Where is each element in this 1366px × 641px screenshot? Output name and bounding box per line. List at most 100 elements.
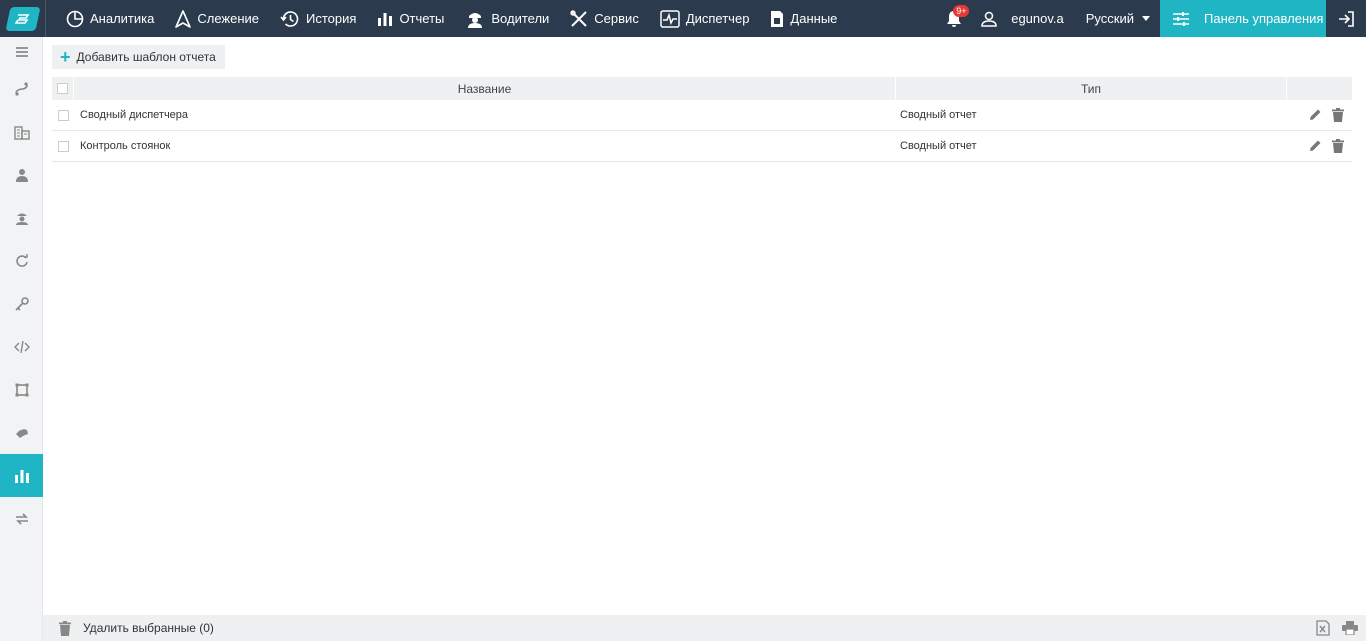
person-icon: [15, 168, 28, 182]
delete-selected-label: Удалить выбранные (0): [83, 621, 214, 635]
select-all-checkbox[interactable]: [57, 83, 68, 94]
sidebar-item-keys[interactable]: [0, 282, 43, 325]
report-templates-table: Название Тип Сводный диспетчера Сводный …: [52, 77, 1352, 162]
logout-icon: [1339, 10, 1354, 27]
row-checkbox[interactable]: [57, 140, 69, 152]
pencil-icon: [1310, 140, 1321, 151]
excel-file-icon: [1316, 620, 1330, 636]
pulse-icon: [660, 9, 680, 28]
history-icon: [280, 10, 299, 27]
nav-service-label: Сервис: [594, 11, 639, 26]
hamburger-icon: [15, 47, 28, 57]
sidebar-item-routes[interactable]: [0, 67, 43, 110]
trash-icon: [1332, 139, 1344, 153]
bar-chart-icon: [378, 12, 393, 26]
key-icon: [14, 296, 29, 311]
export-excel-button[interactable]: [1316, 620, 1330, 636]
delete-button[interactable]: [1332, 139, 1344, 153]
refresh-icon: [15, 253, 28, 267]
print-button[interactable]: [1342, 621, 1358, 635]
nav-dispatcher[interactable]: Диспетчер: [648, 0, 759, 37]
app-logo[interactable]: [0, 0, 46, 37]
sidebar-item-users[interactable]: [0, 153, 43, 196]
navigation-arrow-icon: [175, 9, 192, 28]
chevron-down-icon: [1142, 16, 1150, 21]
table-row[interactable]: Сводный диспетчера Сводный отчет: [52, 100, 1352, 131]
sidebar-menu-toggle[interactable]: [0, 37, 43, 67]
logout-button[interactable]: [1326, 0, 1366, 37]
nav-analytics-label: Аналитика: [90, 11, 155, 26]
row-name: Сводный диспетчера: [80, 109, 189, 121]
sidebar-item-sync[interactable]: [0, 239, 43, 282]
sidebar-item-geozones[interactable]: [0, 368, 43, 411]
sim-card-icon: [771, 10, 784, 27]
nav-tracking-label: Слежение: [197, 11, 260, 26]
notifications-button[interactable]: 9+: [943, 0, 970, 37]
sidebar-item-events[interactable]: [0, 411, 43, 454]
plus-icon: +: [60, 47, 71, 67]
language-select[interactable]: Русский: [1086, 11, 1150, 26]
sliders-icon: [1173, 11, 1189, 26]
route-icon: [14, 81, 28, 96]
column-header-type[interactable]: Тип: [896, 77, 1287, 100]
nav-service[interactable]: Сервис: [558, 0, 648, 37]
edit-button[interactable]: [1308, 139, 1322, 153]
row-actions: [1287, 139, 1352, 153]
main-nav: Аналитика Слежение История Отчеты Водите…: [54, 0, 846, 37]
language-label: Русский: [1085, 11, 1134, 26]
driver-icon: [468, 12, 483, 28]
building-icon: [13, 125, 30, 140]
pencil-icon: [1310, 109, 1321, 120]
export-actions: [1304, 615, 1358, 641]
trash-icon: [1332, 108, 1344, 122]
row-checkbox[interactable]: [57, 109, 69, 121]
swap-icon: [15, 512, 28, 525]
edit-button[interactable]: [1308, 108, 1322, 122]
control-panel-button[interactable]: Панель управления: [1160, 0, 1326, 37]
driver-icon: [15, 213, 28, 225]
row-actions: [1287, 108, 1352, 122]
nav-tracking[interactable]: Слежение: [163, 0, 268, 37]
row-type: Сводный отчет: [900, 109, 977, 121]
nav-history-label: История: [306, 11, 357, 26]
logo-icon: [4, 6, 41, 31]
main-content: + Добавить шаблон отчета Название Тип Св…: [43, 37, 1366, 615]
megaphone-icon: [15, 428, 28, 438]
header-right: 9+ egunov.a Русский Панель управления: [943, 0, 1366, 37]
nav-reports-label: Отчеты: [399, 11, 445, 26]
nav-drivers[interactable]: Водители: [453, 0, 558, 37]
nav-dispatcher-label: Диспетчер: [685, 11, 750, 26]
nav-data-label: Данные: [790, 11, 838, 26]
sidebar-item-buildings[interactable]: [0, 110, 43, 153]
pie-chart-icon: [66, 10, 84, 27]
row-checkbox-cell: [52, 109, 74, 121]
nav-analytics[interactable]: Аналитика: [54, 0, 163, 37]
sidebar-item-reports[interactable]: [0, 454, 43, 497]
top-navbar: Аналитика Слежение История Отчеты Водите…: [0, 0, 1366, 37]
delete-button[interactable]: [1332, 108, 1344, 122]
user-icon: [981, 11, 997, 27]
username: egunov.a: [1011, 11, 1064, 26]
user-menu[interactable]: egunov.a: [981, 11, 1064, 27]
table-header: Название Тип: [52, 77, 1352, 100]
frame-icon: [15, 383, 28, 396]
add-report-template-button[interactable]: + Добавить шаблон отчета: [52, 45, 225, 69]
table-row[interactable]: Контроль стоянок Сводный отчет: [52, 131, 1352, 162]
add-report-template-label: Добавить шаблон отчета: [76, 50, 216, 64]
select-all-checkbox-cell: [52, 77, 74, 100]
sidebar-item-api[interactable]: [0, 325, 43, 368]
column-header-actions: [1287, 77, 1352, 100]
row-checkbox-cell: [52, 140, 74, 152]
notifications-badge: 9+: [953, 5, 970, 17]
nav-data[interactable]: Данные: [758, 0, 846, 37]
bar-chart-icon: [14, 469, 29, 483]
row-name: Контроль стоянок: [80, 140, 171, 152]
column-header-name[interactable]: Название: [74, 77, 896, 100]
sidebar-item-drivers[interactable]: [0, 196, 43, 239]
bottom-bar: Удалить выбранные (0): [43, 615, 1366, 641]
delete-selected-button[interactable]: Удалить выбранные (0): [59, 620, 214, 636]
nav-reports[interactable]: Отчеты: [365, 0, 453, 37]
code-icon: [13, 340, 30, 353]
sidebar-item-exchange[interactable]: [0, 497, 43, 540]
nav-history[interactable]: История: [268, 0, 365, 37]
